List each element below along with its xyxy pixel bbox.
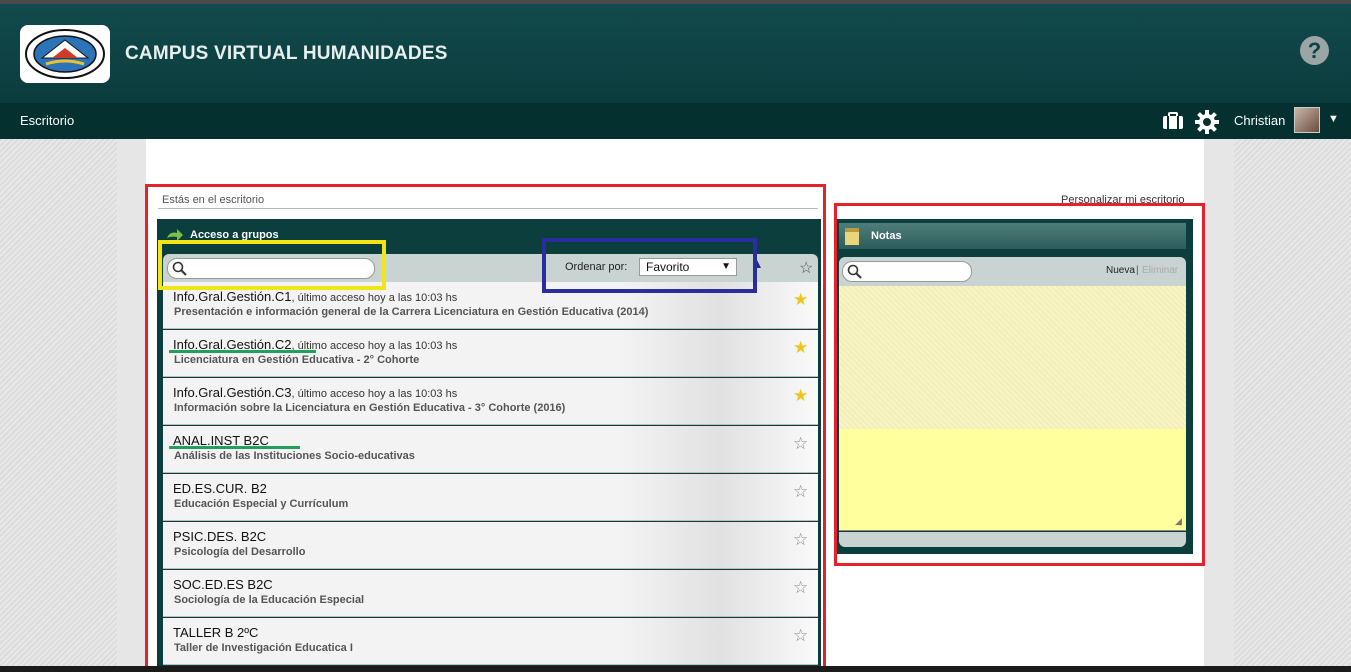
group-name[interactable]: Info.Gral.Gestión.C3 (173, 385, 292, 400)
notes-search-input[interactable] (865, 264, 969, 280)
briefcase-icon[interactable] (1162, 112, 1184, 130)
favorite-star-icon[interactable]: ☆ (793, 530, 808, 550)
group-row[interactable]: TALLER B 2ºC Taller de Investigación Edu… (163, 618, 818, 665)
notes-list[interactable] (839, 286, 1186, 429)
group-description: Psicología del Desarrollo (174, 546, 306, 558)
page-background-right (1234, 139, 1351, 672)
breadcrumb-divider (158, 208, 818, 209)
group-name[interactable]: PSIC.DES. B2C (173, 529, 266, 544)
notes-panel: Notas Nueva | Eliminar ◢ (836, 219, 1193, 554)
group-name[interactable]: ED.ES.CUR. B2 (173, 481, 267, 496)
page-gutter-left (117, 139, 146, 672)
group-row[interactable]: Info.Gral.Gestión.C3, último acceso hoy … (163, 378, 818, 425)
order-by-select[interactable]: Favorito ▼ (639, 258, 737, 276)
help-icon[interactable]: ? (1300, 36, 1329, 65)
group-description: Licenciatura en Gestión Educativa - 2° C… (174, 354, 420, 366)
search-icon (847, 264, 862, 279)
annotation-underline (169, 350, 316, 353)
favorite-star-icon[interactable]: ★ (793, 386, 808, 406)
group-row[interactable]: Info.Gral.Gestión.C1, último acceso hoy … (163, 282, 818, 329)
user-name[interactable]: Christian (1234, 113, 1285, 128)
group-row[interactable]: ED.ES.CUR. B2 Educación Especial y Currí… (163, 474, 818, 521)
order-by-value: Favorito (646, 260, 690, 274)
groups-panel-title: Acceso a grupos (190, 229, 279, 241)
sort-direction-icon[interactable] (753, 260, 761, 268)
group-last-access: , último acceso hoy a las 10:03 hs (291, 292, 458, 304)
favorite-star-icon[interactable]: ☆ (793, 482, 808, 502)
notes-toolbar: Nueva | Eliminar (839, 257, 1186, 286)
group-name[interactable]: SOC.ED.ES B2C (173, 577, 273, 592)
notepad-icon (845, 228, 859, 245)
page-gutter-right (1204, 139, 1234, 672)
toolbar-separator: | (1136, 265, 1139, 276)
search-icon (172, 261, 187, 276)
favorite-filter-star-icon[interactable]: ☆ (799, 258, 813, 278)
university-logo[interactable] (20, 25, 110, 83)
groups-filter-bar: Ordenar por: Favorito ▼ ☆ (163, 254, 818, 282)
customize-desk-link[interactable]: Personalizar mi escritorio (1061, 194, 1184, 206)
favorite-star-icon[interactable]: ★ (793, 338, 808, 358)
nav-desk-link[interactable]: Escritorio (20, 113, 74, 128)
groups-search-input[interactable] (190, 261, 370, 277)
logo-seal-icon (25, 29, 105, 79)
group-row[interactable]: ANAL.INST B2C Análisis de las Institucio… (163, 426, 818, 473)
arrow-right-icon (167, 229, 183, 241)
group-description: Taller de Investigación Educatica I (174, 642, 353, 654)
site-title: CAMPUS VIRTUAL HUMANIDADES (125, 43, 448, 64)
favorite-star-icon[interactable]: ☆ (793, 578, 808, 598)
group-last-access: , último acceso hoy a las 10:03 hs (291, 340, 458, 352)
bottom-bar (0, 666, 1351, 672)
breadcrumb: Estás en el escritorio (162, 194, 265, 206)
note-textarea[interactable] (839, 429, 1186, 531)
groups-panel: Acceso a grupos Ordenar por: Favorito ▼ … (157, 219, 821, 666)
header: CAMPUS VIRTUAL HUMANIDADES ? (0, 4, 1351, 103)
group-description: Información sobre la Licenciatura en Ges… (174, 402, 566, 414)
notes-panel-footer (839, 532, 1186, 547)
group-name[interactable]: TALLER B 2ºC (173, 625, 258, 640)
group-row[interactable]: Info.Gral.Gestión.C2, último acceso hoy … (163, 330, 818, 377)
delete-note-button[interactable]: Eliminar (1142, 265, 1178, 276)
group-row[interactable]: SOC.ED.ES B2C Sociología de la Educación… (163, 570, 818, 617)
gear-icon[interactable] (1194, 109, 1220, 135)
notes-search-box[interactable] (842, 261, 972, 282)
annotation-underline (169, 446, 300, 449)
user-menu-chevron-icon[interactable]: ▼ (1328, 113, 1339, 125)
groups-panel-header: Acceso a grupos (157, 219, 821, 253)
favorite-star-icon[interactable]: ☆ (793, 626, 808, 646)
group-name[interactable]: Info.Gral.Gestión.C1 (173, 289, 292, 304)
group-description: Análisis de las Instituciones Socio-educ… (174, 450, 415, 462)
group-description: Sociología de la Educación Especial (174, 594, 365, 606)
new-note-button[interactable]: Nueva (1106, 265, 1135, 276)
favorite-star-icon[interactable]: ★ (793, 290, 808, 310)
groups-search-box[interactable] (167, 258, 375, 279)
order-by-label: Ordenar por: (565, 261, 628, 273)
nav-bar: Escritorio Christian ▼ (0, 103, 1351, 139)
notes-panel-header: Notas (839, 223, 1186, 249)
notes-panel-title: Notas (871, 230, 902, 242)
chevron-down-icon: ▼ (721, 261, 731, 272)
page-background-left (0, 139, 117, 672)
favorite-star-icon[interactable]: ☆ (793, 434, 808, 454)
group-description: Presentación e información general de la… (174, 306, 649, 318)
group-row[interactable]: PSIC.DES. B2C Psicología del Desarrollo … (163, 522, 818, 569)
group-description: Educación Especial y Currículum (174, 498, 349, 510)
group-last-access: , último acceso hoy a las 10:03 hs (291, 388, 458, 400)
avatar[interactable] (1294, 107, 1320, 133)
